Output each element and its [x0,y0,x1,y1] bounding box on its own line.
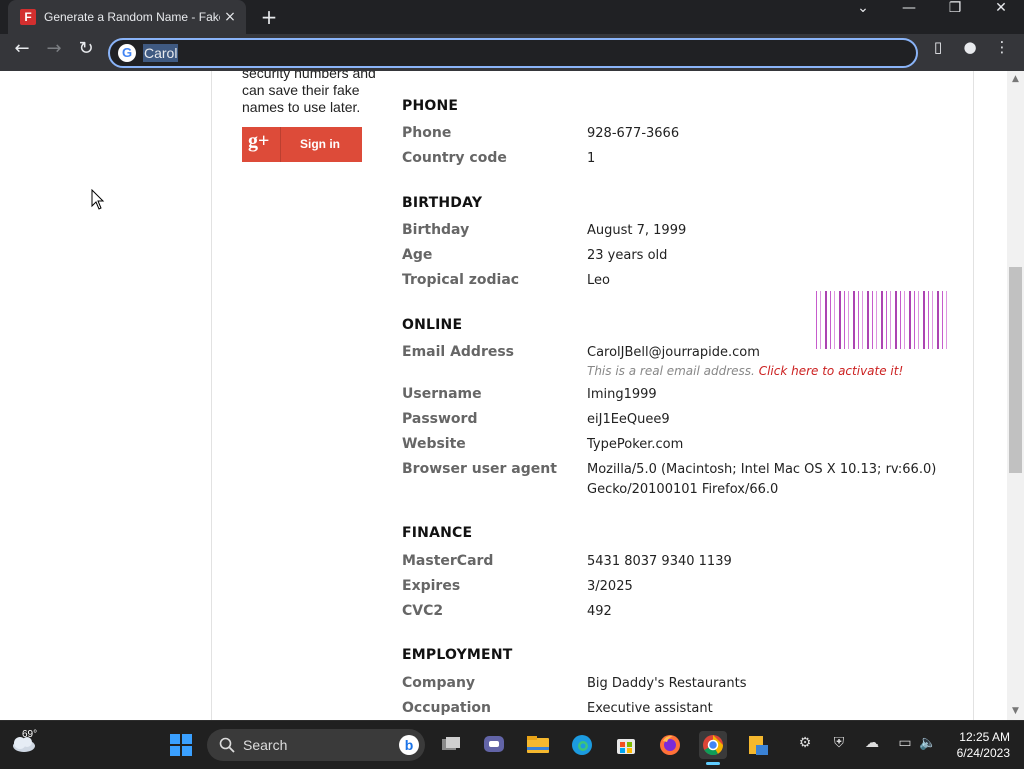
birthday-label: Birthday [402,222,470,238]
google-signin-button[interactable]: g+ Sign in [242,127,362,162]
email-note: This is a real email address. Click here… [587,364,903,378]
birthday-heading: BIRTHDAY [402,195,483,211]
file-explorer-icon[interactable] [524,731,552,759]
user-agent-line1: Mozilla/5.0 (Macintosh; Intel Mac OS X 1… [587,462,937,477]
email-note-text: This is a real email address. [587,364,755,378]
shield-icon[interactable]: ⛨ [829,733,849,753]
windows-taskbar: 69° Search b ⚙ ⛨ ☁ ▭ 🔈 12:25 AM 6/24/202… [0,720,1024,769]
zodiac-value: Leo [587,273,610,288]
company-label: Company [402,675,476,691]
page-scrollbar[interactable]: ▲ ▼ [1007,71,1024,720]
email-label: Email Address [402,344,515,360]
close-window-button[interactable]: ✕ [978,0,1024,32]
tab-close-icon[interactable]: × [222,9,238,25]
taskbar-search-box[interactable]: Search b [207,729,425,761]
cvc2-label: CVC2 [402,603,444,619]
sidebar-blurb: security numbers and can save their fake… [242,71,376,115]
search-label: Search [243,737,288,753]
birthday-value: August 7, 1999 [587,223,687,238]
reload-button[interactable]: ↻ [72,38,100,66]
teams-chat-icon[interactable] [480,731,508,759]
scroll-down-arrow-icon[interactable]: ▼ [1007,703,1024,720]
mastercard-value: 5431 8037 9340 1139 [587,554,732,569]
country-code-value: 1 [587,151,596,166]
browser-title-bar: F Generate a Random Name - Fake × + ⌄ — … [0,0,1024,34]
maximize-button[interactable]: ❐ [932,0,978,32]
back-button[interactable]: ← [8,38,36,66]
display-icon[interactable]: ▭ [895,733,915,753]
expires-value: 3/2025 [587,579,633,594]
tab-title: Generate a Random Name - Fake [44,10,220,24]
signin-divider [280,127,281,162]
website-label: Website [402,436,466,452]
scroll-up-arrow-icon[interactable]: ▲ [1007,71,1024,88]
scrollbar-thumb[interactable] [1009,267,1022,473]
signin-label: Sign in [300,137,340,151]
volume-icon[interactable]: 🔈 [918,733,938,753]
minimize-button[interactable]: — [886,0,932,32]
windows-start-icon[interactable] [170,734,192,756]
search-icon [219,737,235,753]
email-value: CarolJBell@jourrapide.com [587,345,760,360]
mastercard-label: MasterCard [402,553,494,569]
phone-value: 928-677-3666 [587,126,680,141]
employment-heading: EMPLOYMENT [402,647,513,663]
task-view-icon[interactable] [437,731,465,759]
mouse-cursor-icon [91,189,105,210]
active-app-indicator [706,762,720,765]
new-tab-button[interactable]: + [258,6,280,28]
finance-heading: FINANCE [402,525,473,541]
user-agent-line2: Gecko/20100101 Firefox/66.0 [587,482,779,497]
username-value: Iming1999 [587,387,657,402]
fakename-favicon-icon: F [20,9,36,25]
username-label: Username [402,386,482,402]
browser-tab[interactable]: F Generate a Random Name - Fake × [8,0,246,34]
page-viewport: security numbers and can save their fake… [0,71,1007,720]
edge-icon[interactable] [568,731,596,759]
side-panel-icon[interactable]: ▯ [924,38,952,66]
password-value: eiJ1EeQuee9 [587,412,670,427]
occupation-value: Executive assistant [587,701,713,716]
zodiac-label: Tropical zodiac [402,272,520,288]
weather-temperature: 69° [22,729,38,740]
chrome-taskbar-button[interactable] [699,731,727,765]
online-heading: ONLINE [402,317,463,333]
google-plus-icon: g+ [248,130,270,152]
phone-label: Phone [402,125,452,141]
drive-icon[interactable]: ☁ [862,733,882,753]
steam-icon[interactable]: ⚙ [795,733,815,753]
expires-label: Expires [402,578,461,594]
occupation-label: Occupation [402,700,492,716]
activate-email-link[interactable]: Click here to activate it! [759,364,904,378]
password-label: Password [402,411,478,427]
address-input[interactable]: Carol [143,44,179,62]
phone-heading: PHONE [402,98,459,114]
file-manager-icon[interactable] [744,731,772,759]
menu-icon[interactable]: ⋮ [988,38,1016,66]
microsoft-store-icon[interactable] [612,731,640,759]
age-label: Age [402,247,433,263]
clock-time[interactable]: 12:25 AM [959,730,1010,744]
chrome-icon [703,735,724,756]
firefox-icon[interactable] [656,731,684,759]
address-bar[interactable]: G Carol [108,38,918,68]
browser-toolbar: ← → ↻ G Carol ▯ ● ⋮ [0,34,1024,71]
age-value: 23 years old [587,248,668,263]
barcode-image [816,291,950,349]
company-value: Big Daddy's Restaurants [587,676,747,691]
website-value: TypePoker.com [587,437,684,452]
country-code-label: Country code [402,150,507,166]
google-icon: G [118,44,136,62]
cvc2-value: 492 [587,604,612,619]
user-agent-label: Browser user agent [402,461,557,477]
bing-icon[interactable]: b [399,735,419,755]
forward-button[interactable]: → [40,38,68,66]
profile-icon[interactable]: ● [956,38,984,66]
clock-date[interactable]: 6/24/2023 [957,746,1010,760]
tab-search-button[interactable]: ⌄ [840,0,886,32]
